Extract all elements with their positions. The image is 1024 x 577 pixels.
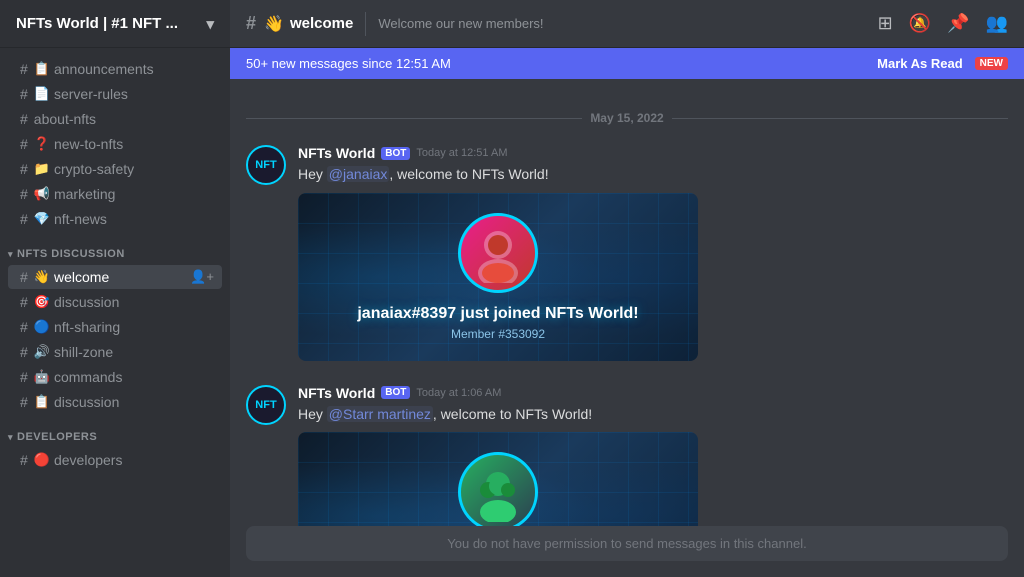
avatar: NFT xyxy=(246,385,286,425)
hash-icon: # xyxy=(20,269,28,285)
channel-welcome[interactable]: # 👋 welcome 👤+ xyxy=(8,265,222,289)
bell-slash-icon[interactable]: 🔕 xyxy=(909,13,931,34)
bot-badge: BOT xyxy=(381,386,410,399)
message-content: NFTs World BOT Today at 1:06 AM Hey @Sta… xyxy=(298,385,1008,526)
hashtag-icon[interactable]: ⊞ xyxy=(878,13,893,34)
channel-header-title: welcome xyxy=(290,15,353,32)
members-icon[interactable]: 👥 xyxy=(986,13,1008,34)
new-messages-text: 50+ new messages since 12:51 AM xyxy=(246,56,877,71)
message-text: Hey @Starr martinez, welcome to NFTs Wor… xyxy=(298,405,1008,425)
hash-icon: # xyxy=(20,319,28,335)
category-label: NFTS DISCUSSION xyxy=(17,248,125,260)
hash-icon: # xyxy=(20,344,28,360)
category-arrow-icon: ▾ xyxy=(8,249,13,260)
message-timestamp: Today at 1:06 AM xyxy=(416,387,501,399)
welcome-card: Starr martinez#7397 just joined NFTs Wor… xyxy=(298,432,698,526)
message-input-container: You do not have permission to send messa… xyxy=(246,526,1008,561)
avatar: NFT xyxy=(246,145,286,185)
channel-header-hash-icon: # xyxy=(246,13,256,34)
category-nfts-discussion[interactable]: ▾ NFTS DISCUSSION xyxy=(0,232,230,264)
welcome-member-text: Member #353092 xyxy=(451,327,545,341)
channel-item[interactable]: # ❓ new-to-nfts xyxy=(8,132,222,156)
channel-item[interactable]: # 📢 marketing xyxy=(8,182,222,206)
hash-icon: # xyxy=(20,369,28,385)
header-icons: ⊞ 🔕 📌 👥 xyxy=(878,13,1008,34)
hash-icon: # xyxy=(20,86,28,102)
hash-icon: # xyxy=(20,394,28,410)
new-badge: NEW xyxy=(975,57,1008,70)
message-group: NFT NFTs World BOT Today at 1:06 AM Hey … xyxy=(230,381,1024,526)
hash-icon: # xyxy=(20,186,28,202)
message-group: NFT NFTs World BOT Today at 12:51 AM Hey… xyxy=(230,141,1024,365)
server-dropdown-icon: ▾ xyxy=(206,15,214,33)
channel-header-name: # 👋 welcome xyxy=(246,13,353,34)
header-divider xyxy=(365,12,366,36)
sidebar: NFTs World | #1 NFT ... ▾ # 📋 announceme… xyxy=(0,0,230,577)
channel-topic: Welcome our new members! xyxy=(378,16,543,31)
mention: @Starr martinez xyxy=(327,406,433,422)
channel-discussion[interactable]: # 🎯 discussion xyxy=(8,290,222,314)
hash-icon: # xyxy=(20,61,28,77)
message-author: NFTs World xyxy=(298,385,375,401)
channel-item[interactable]: # 📋 announcements xyxy=(8,57,222,81)
channel-item[interactable]: # about-nfts xyxy=(8,107,222,131)
channel-shill-zone[interactable]: # 🔊 shill-zone xyxy=(8,340,222,364)
message-author: NFTs World xyxy=(298,145,375,161)
welcome-join-text: janaiax#8397 just joined NFTs World! xyxy=(357,305,638,323)
channel-header-emoji: 👋 xyxy=(264,14,284,34)
divider-line-right xyxy=(672,118,1008,119)
bot-badge: BOT xyxy=(381,147,410,160)
hash-icon: # xyxy=(20,452,28,468)
welcome-card: janaiax#8397 just joined NFTs World! Mem… xyxy=(298,193,698,361)
message-content: NFTs World BOT Today at 12:51 AM Hey @ja… xyxy=(298,145,1008,361)
category-arrow-icon: ▾ xyxy=(8,432,13,443)
welcome-card-inner: janaiax#8397 just joined NFTs World! Mem… xyxy=(298,193,698,361)
no-permission-text: You do not have permission to send messa… xyxy=(258,536,996,551)
hash-icon: # xyxy=(20,294,28,310)
channel-item[interactable]: # 📄 server-rules xyxy=(8,82,222,106)
main-content: # 👋 welcome Welcome our new members! ⊞ 🔕… xyxy=(230,0,1024,577)
hash-icon: # xyxy=(20,211,28,227)
channel-commands[interactable]: # 🤖 commands xyxy=(8,365,222,389)
mark-as-read-button[interactable]: Mark As Read NEW xyxy=(877,56,1008,71)
mention: @janaiax xyxy=(327,166,390,182)
welcome-card-inner: Starr martinez#7397 just joined NFTs Wor… xyxy=(298,432,698,526)
server-name: NFTs World | #1 NFT ... xyxy=(16,15,178,32)
pin-icon[interactable]: 📌 xyxy=(947,13,969,34)
hash-icon: # xyxy=(20,136,28,152)
date-divider-text: May 15, 2022 xyxy=(582,111,671,125)
category-developers[interactable]: ▾ DEVELOPERS xyxy=(0,415,230,447)
message-header: NFTs World BOT Today at 1:06 AM xyxy=(298,385,1008,401)
server-header[interactable]: NFTs World | #1 NFT ... ▾ xyxy=(0,0,230,48)
welcome-user-avatar xyxy=(458,213,538,293)
channel-developers[interactable]: # 🔴 developers xyxy=(8,448,222,472)
channel-header: # 👋 welcome Welcome our new members! ⊞ 🔕… xyxy=(230,0,1024,48)
welcome-user-avatar-2 xyxy=(458,452,538,526)
date-divider: May 15, 2022 xyxy=(230,103,1024,133)
channel-nft-sharing[interactable]: # 🔵 nft-sharing xyxy=(8,315,222,339)
channels-list: # 📋 announcements # 📄 server-rules # abo… xyxy=(0,48,230,577)
divider-line-left xyxy=(246,118,582,119)
add-member-icon[interactable]: 👤+ xyxy=(190,269,214,285)
hash-icon: # xyxy=(20,111,28,127)
channel-discussion-2[interactable]: # 📋 discussion xyxy=(8,390,222,414)
message-header: NFTs World BOT Today at 12:51 AM xyxy=(298,145,1008,161)
channel-item[interactable]: # 💎 nft-news xyxy=(8,207,222,231)
hash-icon: # xyxy=(20,161,28,177)
new-messages-banner: 50+ new messages since 12:51 AM Mark As … xyxy=(230,48,1024,79)
category-label: DEVELOPERS xyxy=(17,431,97,443)
message-input-area: You do not have permission to send messa… xyxy=(230,526,1024,577)
message-timestamp: Today at 12:51 AM xyxy=(416,147,507,159)
channel-item[interactable]: # 📁 crypto-safety xyxy=(8,157,222,181)
message-text: Hey @janaiax, welcome to NFTs World! xyxy=(298,165,1008,185)
messages-area[interactable]: May 15, 2022 NFT NFTs World BOT Today at… xyxy=(230,79,1024,526)
